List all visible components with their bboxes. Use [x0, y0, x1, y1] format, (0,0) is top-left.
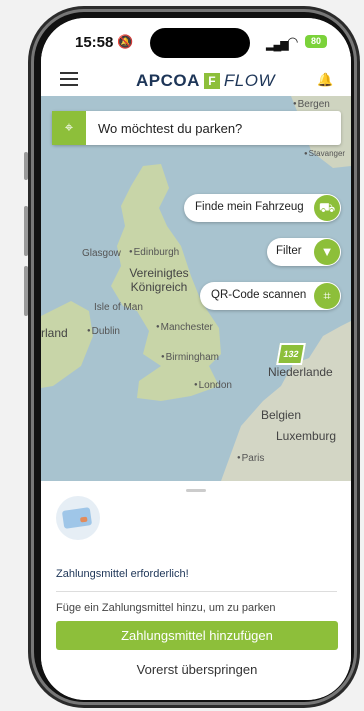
search-bar[interactable]: ⌖ Wo möchtest du parken?: [52, 111, 341, 145]
qr-scan-button[interactable]: QR-Code scannen ⌗: [200, 282, 341, 310]
app-screen: 15:58 🔕 ▂▄▆ ◠ 80 APCOA F FLOW 🔔 Berg: [41, 18, 351, 700]
payment-hint-text: Füge ein Zahlungsmittel hinzu, um zu par…: [56, 602, 276, 614]
skip-button[interactable]: Vorerst überspringen: [56, 659, 338, 681]
label-dublin: Dublin: [87, 326, 120, 337]
sheet-drag-handle[interactable]: [186, 489, 206, 492]
label-birmingham: Birmingham: [161, 352, 219, 363]
label-paris: Paris: [237, 453, 265, 464]
logo-mark: F: [203, 73, 220, 89]
divider: [56, 591, 337, 592]
label-bergen: Bergen: [293, 99, 330, 110]
filter-label: Filter: [276, 245, 302, 257]
add-payment-button[interactable]: Zahlungsmittel hinzufügen: [56, 621, 338, 650]
notification-bell-icon[interactable]: 🔔: [317, 72, 333, 88]
label-edinburgh: Edinburgh: [129, 247, 180, 258]
app-header: APCOA F FLOW 🔔: [41, 66, 351, 116]
payment-bottom-sheet: Zahlungsmittel erforderlich! Füge ein Za…: [41, 481, 351, 700]
find-vehicle-button[interactable]: Finde mein Fahrzeug ⛟: [184, 194, 341, 222]
battery-icon: 80: [305, 35, 327, 48]
find-vehicle-label: Finde mein Fahrzeug: [195, 201, 304, 213]
logo-flow: FLOW: [223, 71, 276, 90]
credit-card-icon: [56, 496, 100, 540]
label-glasgow: Glasgow: [82, 248, 121, 259]
parking-cluster-marker[interactable]: 132: [276, 343, 306, 365]
status-time: 15:58: [75, 34, 114, 51]
car-icon: ⛟: [314, 195, 340, 221]
label-luxembourg: Luxemburg: [276, 429, 337, 443]
label-belgium: Belgien: [261, 408, 302, 422]
hamburger-menu-icon[interactable]: [41, 72, 119, 116]
silent-mode-icon: 🔕: [117, 34, 134, 49]
filter-button[interactable]: Filter ▼: [267, 238, 341, 266]
search-input[interactable]: Wo möchtest du parken?: [98, 121, 242, 136]
qr-scan-label: QR-Code scannen: [211, 289, 307, 301]
qr-code-icon: ⌗: [314, 283, 340, 309]
label-isle-of-man: Isle of Man: [94, 302, 143, 313]
apcoa-flow-logo: APCOA F FLOW: [136, 71, 275, 91]
dynamic-island: [150, 28, 250, 58]
status-bar: 15:58 🔕 ▂▄▆ ◠ 80: [41, 18, 351, 66]
label-ireland: rland: [41, 326, 68, 340]
logo-apcoa: APCOA: [136, 71, 200, 90]
filter-funnel-icon: ▼: [314, 239, 340, 265]
label-united-kingdom: Vereinigtes Königreich: [129, 266, 189, 294]
label-netherlands: Niederlande: [268, 365, 333, 379]
location-target-icon[interactable]: ⌖: [52, 111, 86, 145]
ireland-land: [41, 301, 93, 388]
label-manchester: Manchester: [156, 322, 213, 333]
payment-required-text: Zahlungsmittel erforderlich!: [56, 568, 189, 580]
label-london: London: [194, 380, 232, 391]
signal-icon: ▂▄▆: [266, 39, 289, 51]
map-view[interactable]: Bergen Stavanger Glasgow Edinburgh Verei…: [41, 96, 351, 481]
wifi-icon: ◠: [287, 34, 299, 49]
label-stavanger: Stavanger: [304, 149, 345, 158]
